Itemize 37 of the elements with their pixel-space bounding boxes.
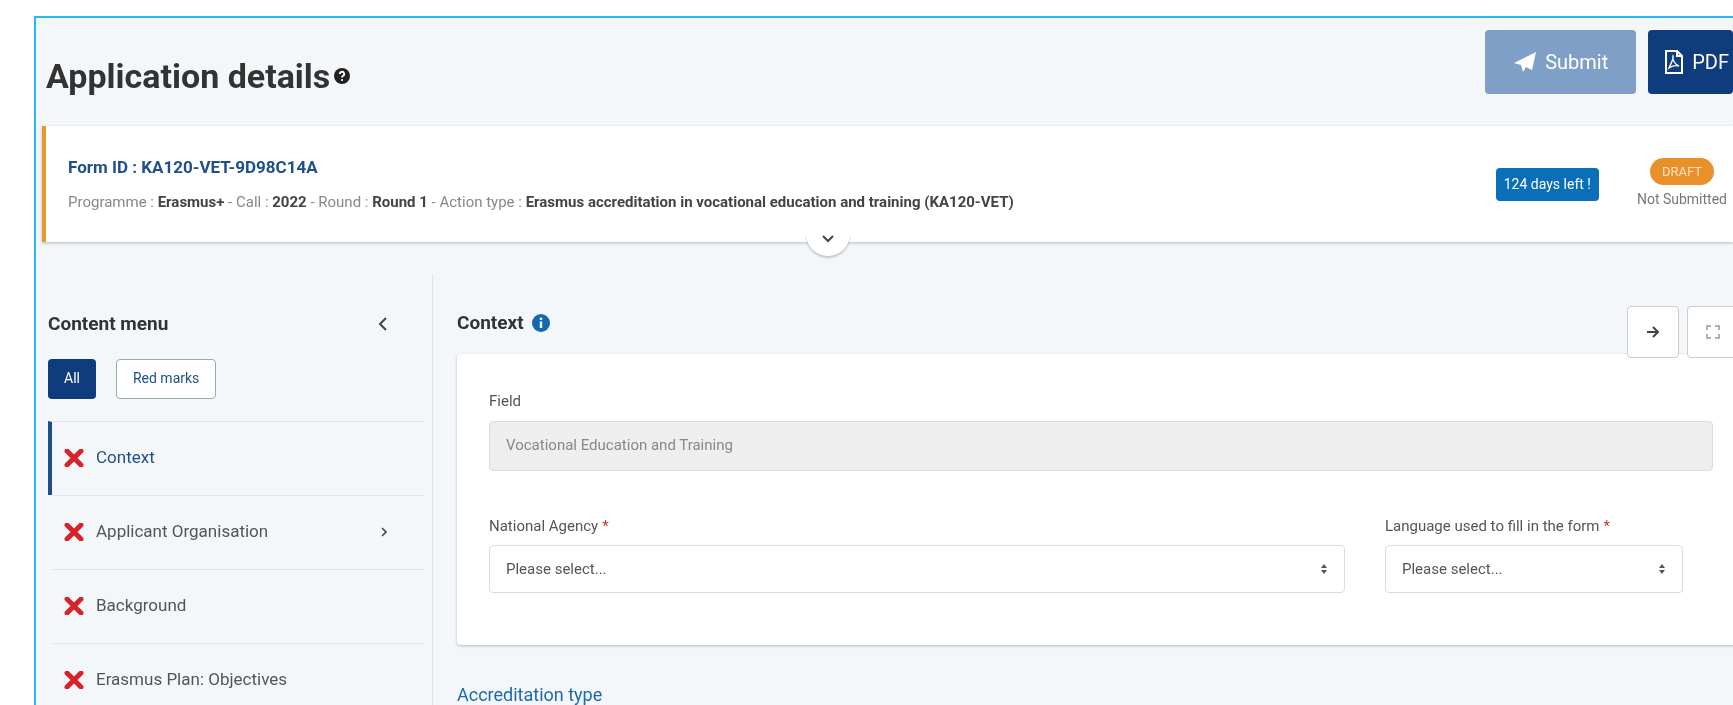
sort-caret-icon: [1658, 563, 1666, 575]
field-label: Language used to fill in the form: [1385, 515, 1600, 537]
menu-item[interactable]: Erasmus Plan: Objectives: [52, 642, 424, 705]
cross-icon: [64, 671, 84, 689]
menu-item[interactable]: Applicant Organisation: [52, 494, 424, 569]
cross-icon: [64, 523, 84, 541]
form-details: Programme : Erasmus+ - Call : 2022 - Round : Round 1 - Action type : Erasmus accreditation in vocational education and training (KA120-VET): [68, 191, 1014, 213]
pdf-file-icon: [1664, 50, 1685, 74]
select-field[interactable]: Please select...: [489, 545, 1345, 593]
paper-plane-icon: [1513, 51, 1538, 73]
status-text: Not Submitted: [1636, 190, 1727, 210]
select-field[interactable]: Please select...: [1385, 545, 1683, 593]
cross-icon: [64, 597, 84, 615]
arrow-right-icon: [1646, 326, 1660, 338]
pdf-button[interactable]: PDF: [1648, 30, 1733, 94]
section-heading: Accreditation type: [457, 683, 604, 705]
field-label: National Agency: [489, 515, 599, 537]
menu-item[interactable]: Context: [48, 420, 424, 495]
sort-caret-icon: [1320, 563, 1328, 575]
required-asterisk: *: [602, 515, 609, 537]
menu-title: Content menu: [48, 311, 169, 337]
required-asterisk: *: [1603, 515, 1610, 537]
status-badge: DRAFT: [1649, 157, 1714, 186]
field-label: Field: [489, 391, 521, 412]
cross-icon: [64, 449, 84, 467]
form-id: Form ID : KA120-VET-9D98C14A: [68, 156, 319, 179]
info-icon[interactable]: [531, 314, 550, 332]
menu-item[interactable]: Background: [52, 568, 424, 643]
filter-tab[interactable]: Red marks: [115, 358, 217, 399]
filter-tab[interactable]: All: [48, 358, 96, 399]
expand-chevron-icon[interactable]: [806, 234, 850, 256]
help-icon[interactable]: [334, 68, 351, 84]
deadline-badge: 124 days left !: [1495, 167, 1599, 201]
page-title: Application details: [46, 54, 331, 98]
fullscreen-icon: [1705, 324, 1721, 340]
collapse-chevron-icon[interactable]: [378, 316, 388, 333]
section-title: Context: [457, 309, 524, 336]
